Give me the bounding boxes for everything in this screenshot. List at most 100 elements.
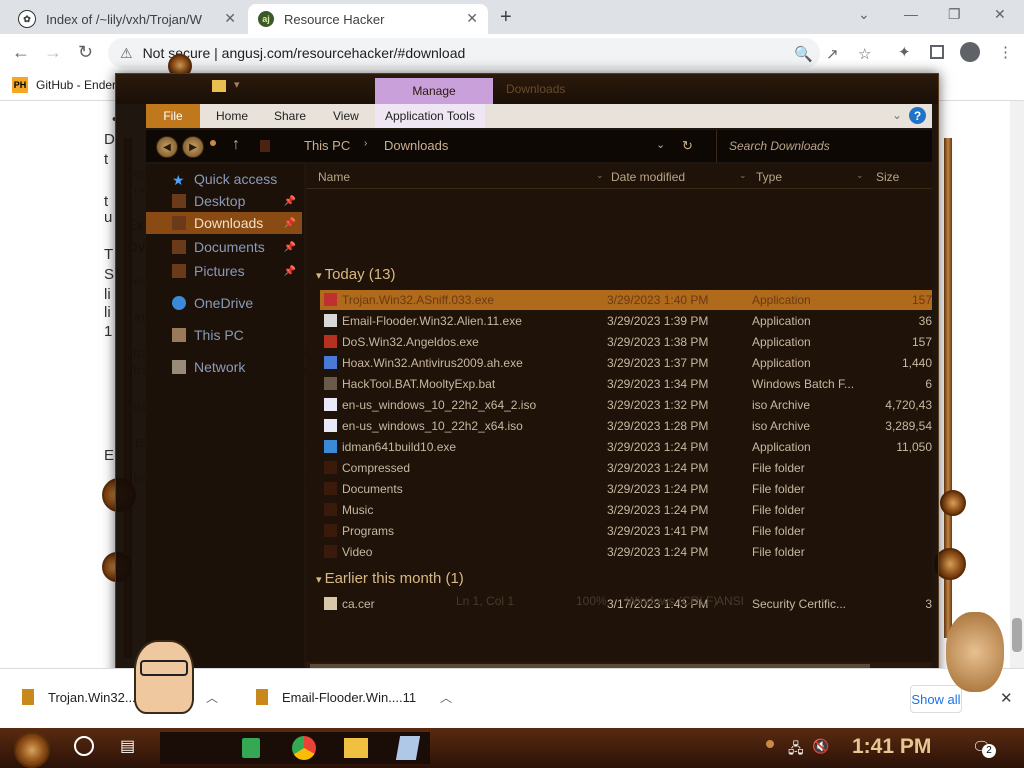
forward-button[interactable]: → xyxy=(44,42,62,63)
sheets-icon[interactable] xyxy=(242,738,260,758)
file-row[interactable]: Compressed 3/29/2023 1:24 PM File folder xyxy=(320,458,932,478)
forward-arrow-icon[interactable]: ▶ xyxy=(182,136,204,158)
sidebar-item-this-pc[interactable]: This PC xyxy=(146,324,302,346)
column-header-type[interactable]: Type xyxy=(756,170,782,184)
chevron-up-icon[interactable]: ︿ xyxy=(440,689,452,706)
help-icon[interactable]: ? xyxy=(909,107,926,124)
restore-button[interactable]: ❐ xyxy=(948,6,961,23)
file-row[interactable]: Programs 3/29/2023 1:41 PM File folder xyxy=(320,521,932,541)
extensions-icon[interactable]: ✦ xyxy=(898,43,911,61)
not-secure-icon[interactable]: ⚠ xyxy=(120,45,133,62)
sidebar-item-desktop[interactable]: Desktop 📌 xyxy=(146,190,302,212)
sidebar-item-downloads[interactable]: Downloads 📌 xyxy=(146,212,302,234)
chevron-down-icon[interactable]: ⌄ xyxy=(856,170,864,181)
file-row[interactable]: Documents 3/29/2023 1:24 PM File folder xyxy=(320,479,932,499)
tab-resource-hacker[interactable]: aj Resource Hacker ✕ xyxy=(248,4,488,34)
manage-tab[interactable]: Manage xyxy=(375,78,493,104)
breadcrumb-downloads[interactable]: Downloads xyxy=(384,138,448,153)
bookmark-star-icon[interactable]: ☆ xyxy=(858,45,871,63)
group-header[interactable]: ▾ Earlier this month (1) xyxy=(316,570,464,587)
download-item-email-flooder[interactable]: Email-Flooder.Win....11 xyxy=(256,689,416,705)
start-gear-icon[interactable] xyxy=(14,732,50,768)
chevron-down-icon[interactable]: ▾ xyxy=(316,574,325,586)
ribbon-tab-file[interactable]: File xyxy=(146,104,200,128)
file-row[interactable]: Music 3/29/2023 1:24 PM File folder xyxy=(320,500,932,520)
quick-access-folder-icon[interactable] xyxy=(212,80,226,92)
trojan-exe-icon xyxy=(324,293,337,306)
recent-locations-icon[interactable] xyxy=(210,140,216,146)
back-button[interactable]: ← xyxy=(12,42,30,63)
page-scrollbar-thumb[interactable] xyxy=(1012,618,1022,652)
column-header-size[interactable]: Size xyxy=(876,170,899,184)
file-row[interactable]: DoS.Win32.Angeldos.exe 3/29/2023 1:38 PM A… xyxy=(320,332,932,352)
file-date: 3/29/2023 1:24 PM xyxy=(607,503,709,517)
cortana-icon[interactable] xyxy=(74,736,94,756)
sidebar-icon[interactable] xyxy=(930,45,944,59)
profile-icon[interactable] xyxy=(960,42,980,62)
chevron-down-icon[interactable]: ⌄ xyxy=(739,170,747,181)
share-icon[interactable]: ↗ xyxy=(826,45,839,63)
menu-icon[interactable]: ⋮ xyxy=(998,43,1013,61)
sidebar-item-pictures[interactable]: Pictures 📌 xyxy=(146,260,302,282)
reload-button[interactable]: ↻ xyxy=(78,42,93,63)
refresh-icon[interactable]: ↻ xyxy=(682,138,693,154)
file-row[interactable]: Hoax.Win32.Antivirus2009.ah.exe 3/29/2023… xyxy=(320,353,932,373)
ribbon-tab-share[interactable]: Share xyxy=(274,104,306,128)
network-tray-icon[interactable]: 🖧 xyxy=(788,738,804,762)
github-page-icon: ✿ xyxy=(18,10,36,28)
address-dropdown-chevron-icon[interactable]: ⌄ xyxy=(656,138,665,151)
sidebar-item-quick-access[interactable]: ★ Quick access xyxy=(146,168,302,190)
file-explorer-icon[interactable] xyxy=(344,738,368,758)
chevron-down-icon[interactable]: ⌄ xyxy=(596,170,604,181)
ribbon-tab-view[interactable]: View xyxy=(333,104,359,128)
window-close-button[interactable]: ✕ xyxy=(994,6,1006,23)
column-header-name[interactable]: Name xyxy=(318,170,350,184)
sidebar-item-onedrive[interactable]: OneDrive xyxy=(146,292,302,314)
show-all-button[interactable]: Show all xyxy=(910,685,962,713)
ribbon-bar: File Home Share View Application Tools ⌄… xyxy=(146,104,932,128)
url-text[interactable]: Not secure | angusj.com/resourcehacker/#… xyxy=(143,45,466,61)
ribbon-tab-application-tools[interactable]: Application Tools xyxy=(375,104,485,128)
file-row[interactable]: en-us_windows_10_22h2_x64.iso 3/29/2023 1… xyxy=(320,416,932,436)
tray-gear-icon[interactable] xyxy=(766,740,774,748)
address-bar[interactable]: ⚠ Not secure | angusj.com/resourcehacker… xyxy=(108,38,871,68)
sidebar-item-documents[interactable]: Documents 📌 xyxy=(146,236,302,258)
file-row[interactable]: Video 3/29/2023 1:24 PM File folder xyxy=(320,542,932,562)
chevron-down-icon[interactable]: ▾ xyxy=(316,270,325,282)
file-date: 3/29/2023 1:41 PM xyxy=(607,524,709,538)
new-tab-button[interactable]: + xyxy=(500,6,512,29)
sidebar-item-label: Desktop xyxy=(194,193,246,209)
sidebar-item-network[interactable]: Network xyxy=(146,356,302,378)
close-shelf-button[interactable]: ✕ xyxy=(1000,689,1013,707)
zoom-search-icon[interactable]: 🔍 xyxy=(794,45,813,63)
chevron-down-icon[interactable]: ⌄ xyxy=(858,6,870,23)
group-header[interactable]: ▾ Today (13) xyxy=(316,266,395,283)
ribbon-tab-home[interactable]: Home xyxy=(216,104,248,128)
file-row[interactable]: en-us_windows_10_22h2_x64_2.iso 3/29/2023… xyxy=(320,395,932,415)
file-row[interactable]: Email-Flooder.Win32.Alien.11.exe 3/29/202… xyxy=(320,311,932,331)
back-arrow-icon[interactable]: ◀ xyxy=(156,136,178,158)
clock[interactable]: 1:41 PM xyxy=(852,735,931,759)
tab-index-of-trojan[interactable]: ✿ Index of /~lily/vxh/Trojan/W ✕ xyxy=(8,4,246,34)
file-row[interactable]: Trojan.Win32.ASniff.033.exe 3/29/2023 1:4… xyxy=(320,290,932,310)
chevron-down-icon[interactable]: ▾ xyxy=(234,78,240,91)
up-arrow-icon[interactable]: ↑ xyxy=(232,136,240,154)
breadcrumb-this-pc[interactable]: This PC xyxy=(304,138,350,153)
notepad-icon[interactable] xyxy=(395,736,421,760)
group-label: Earlier this month (1) xyxy=(324,570,464,587)
file-row[interactable]: HackTool.BAT.MooltyExp.bat 3/29/2023 1:34… xyxy=(320,374,932,394)
task-view-icon[interactable]: ▤ xyxy=(120,736,135,756)
column-header-date-modified[interactable]: Date modified xyxy=(611,170,685,184)
page-scrollbar[interactable] xyxy=(1010,101,1024,668)
chrome-icon[interactable] xyxy=(292,736,316,760)
minimize-button[interactable]: — xyxy=(904,6,918,22)
tab-strip: ✿ Index of /~lily/vxh/Trojan/W ✕ aj Reso… xyxy=(0,0,1024,34)
search-input[interactable]: Search Downloads xyxy=(716,130,933,162)
chevron-up-icon[interactable]: ︿ xyxy=(206,689,218,706)
ribbon-expand-chevron-icon[interactable]: ⌄ xyxy=(892,108,902,122)
folder-icon xyxy=(324,503,337,516)
close-icon[interactable]: ✕ xyxy=(466,10,478,27)
volume-muted-icon[interactable]: 🔇 xyxy=(812,738,829,755)
file-row[interactable]: idman641build10.exe 3/29/2023 1:24 PM Appl… xyxy=(320,437,932,457)
close-icon[interactable]: ✕ xyxy=(224,10,236,27)
